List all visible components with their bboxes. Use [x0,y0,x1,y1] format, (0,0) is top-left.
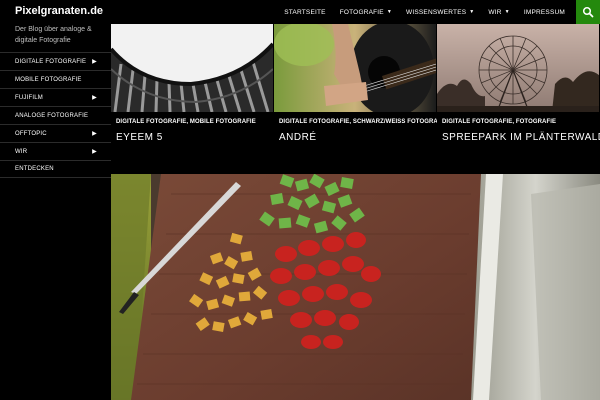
guitar-photo [274,24,436,112]
site-tagline: Der Blog über analoge & digitale Fotogra… [15,26,92,44]
featured-post-eyeem[interactable]: DIGITALE FOTOGRAFIE, MOBILE FOTOGRAFIE E… [111,24,273,172]
nav-item-startseite[interactable]: STARTSEITE [277,9,333,16]
sidebar-item-label: ENTDECKEN [15,166,54,172]
nav-item-wir[interactable]: WIR ▼ [481,9,516,16]
architecture-photo [111,24,273,112]
sidebar-item-label: OFFTOPIC [15,130,47,137]
post-thumbnail[interactable] [437,24,599,112]
sidebar-item-label: ANALOGE FOTOGRAFIE [15,112,89,119]
ferris-wheel-photo [437,24,599,112]
post-categories[interactable]: DIGITALE FOTOGRAFIE, MOBILE FOTOGRAFIE [116,119,256,125]
post-thumbnail[interactable] [274,24,436,112]
sidebar-item-mobile-fotografie[interactable]: MOBILE FOTOGRAFIE [0,70,111,88]
caret-down-icon: ▼ [504,9,510,15]
sidebar-item-entdecken[interactable]: ENTDECKEN [0,160,111,178]
chevron-right-icon: ▶ [92,95,97,101]
sidebar-item-fujifilm[interactable]: FUJIFILM ▶ [0,88,111,106]
nav-item-impressum[interactable]: IMPRESSUM [517,9,572,16]
sidebar-item-offtopic[interactable]: OFFTOPIC ▶ [0,124,111,142]
featured-post-spreepark[interactable]: DIGITALE FOTOGRAFIE, FOTOGRAFIE SPREEPAR… [437,24,600,172]
sidebar-item-label: MOBILE FOTOGRAFIE [15,76,82,83]
nav-item-label: WIR [488,8,502,16]
nav-item-wissenswertes[interactable]: WISSENSWERTES ▼ [399,9,481,16]
sidebar-menu: DIGITALE FOTOGRAFIE ▶ MOBILE FOTOGRAFIE F… [0,52,111,178]
post-hero-image[interactable] [111,174,600,400]
sidebar: Der Blog über analoge & digitale Fotogra… [0,24,111,400]
sidebar-item-label: WIR [15,148,28,155]
featured-posts: DIGITALE FOTOGRAFIE, MOBILE FOTOGRAFIE E… [111,24,600,172]
caret-down-icon: ▼ [469,9,475,15]
search-icon [582,6,594,18]
top-bar: Pixelgranaten.de STARTSEITE FOTOGRAFIE ▼ … [0,0,600,24]
post-categories[interactable]: DIGITALE FOTOGRAFIE, FOTOGRAFIE [442,119,556,125]
chevron-right-icon: ▶ [92,59,97,65]
chevron-right-icon: ▶ [92,131,97,137]
primary-navigation: STARTSEITE FOTOGRAFIE ▼ WISSENSWERTES ▼ WI… [277,0,572,24]
caret-down-icon: ▼ [386,9,392,15]
site-title[interactable]: Pixelgranaten.de [15,5,103,17]
featured-post-andre[interactable]: DIGITALE FOTOGRAFIE, SCHWARZ/WEISS FOTOG… [274,24,447,172]
post-thumbnail[interactable] [111,24,273,112]
nav-item-label: WISSENSWERTES [406,8,467,16]
post-title[interactable]: SPREEPARK IM PLÄNTERWALD [442,132,600,143]
sidebar-item-analoge-fotografie[interactable]: ANALOGE FOTOGRAFIE [0,106,111,124]
nav-item-label: FOTOGRAFIE [339,8,384,16]
sidebar-item-digitale-fotografie[interactable]: DIGITALE FOTOGRAFIE ▶ [0,52,111,70]
chevron-right-icon: ▶ [92,149,97,155]
sidebar-item-label: DIGITALE FOTOGRAFIE [15,58,87,65]
vegetables-cutting-board-photo [111,174,600,400]
post-title[interactable]: ANDRÉ [279,132,317,143]
nav-item-label: IMPRESSUM [523,8,565,16]
post-title[interactable]: EYEEM 5 [116,132,163,143]
sidebar-item-label: FUJIFILM [15,94,43,101]
nav-item-label: STARTSEITE [284,8,326,16]
nav-item-fotografie[interactable]: FOTOGRAFIE ▼ [333,9,399,16]
search-button[interactable] [576,0,600,24]
post-categories[interactable]: DIGITALE FOTOGRAFIE, SCHWARZ/WEISS FOTOG… [279,119,448,125]
sidebar-item-wir[interactable]: WIR ▶ [0,142,111,160]
